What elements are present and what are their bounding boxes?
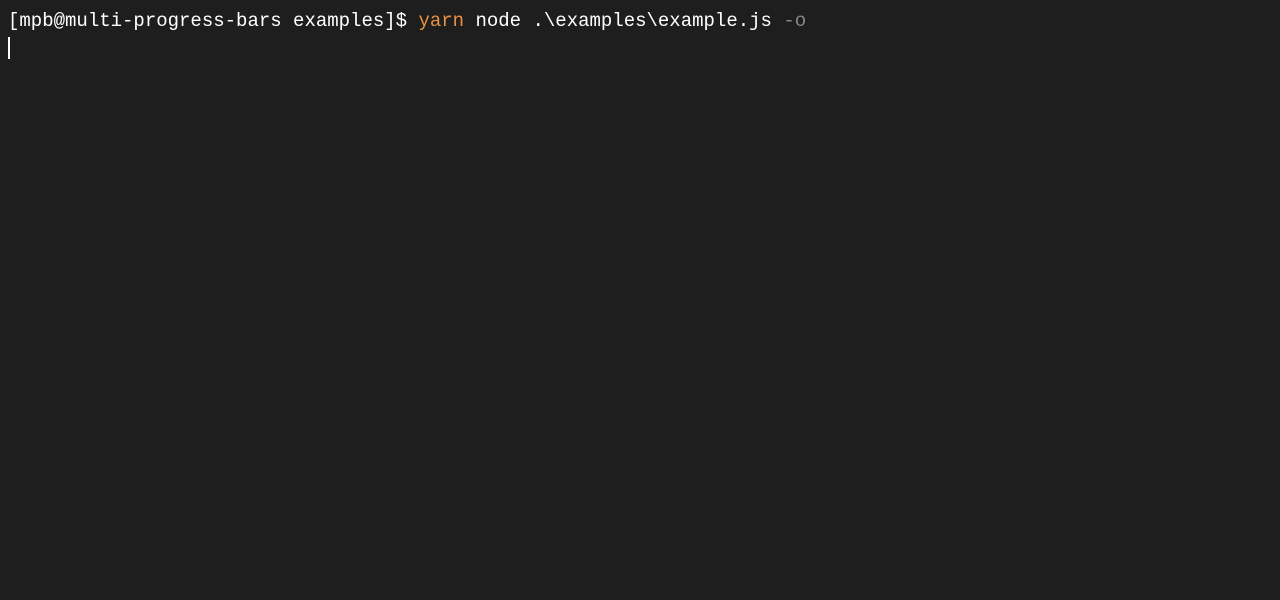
command-yarn: yarn <box>418 10 464 32</box>
command-node-path: node .\examples\example.js <box>464 10 783 32</box>
command-flag: -o <box>783 10 806 32</box>
terminal-command-line[interactable]: [mpb@multi-progress-bars examples]$ yarn… <box>8 8 1272 35</box>
terminal-input-line[interactable] <box>8 35 1272 61</box>
terminal-cursor <box>8 37 10 59</box>
shell-prompt: [mpb@multi-progress-bars examples]$ <box>8 10 418 32</box>
